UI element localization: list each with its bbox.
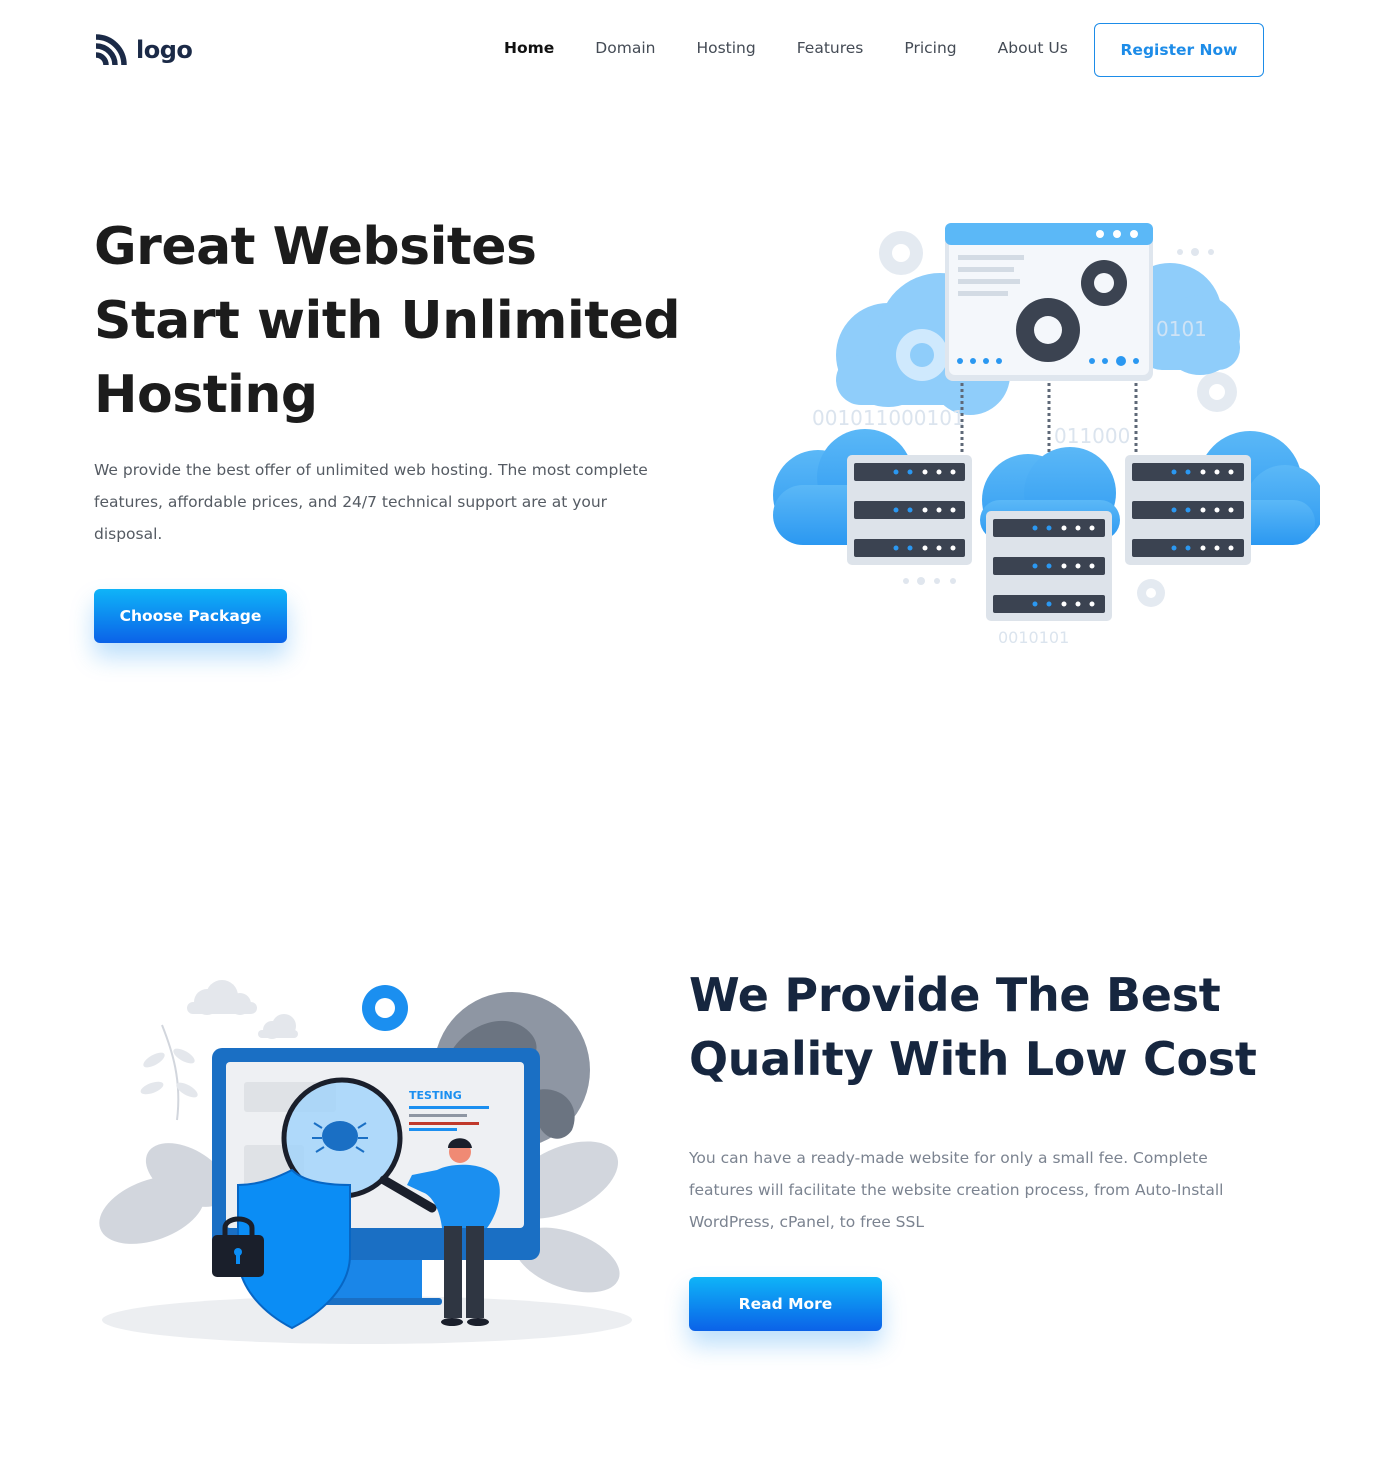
signal-arcs-icon: [95, 34, 127, 66]
register-now-button[interactable]: Register Now: [1094, 23, 1264, 77]
nav-about-us[interactable]: About Us: [998, 39, 1068, 57]
nav-pricing[interactable]: Pricing: [904, 39, 956, 57]
read-more-button[interactable]: Read More: [689, 1277, 882, 1331]
gear-icon: [879, 231, 923, 275]
gear-icon: [362, 985, 408, 1031]
site-header: logo Home Domain Hosting Features Pricin…: [0, 0, 1399, 100]
hero-description: We provide the best offer of unlimited w…: [94, 461, 648, 543]
nav-home[interactable]: Home: [504, 39, 554, 57]
logo-text: logo: [136, 36, 193, 64]
binary-text-2: 001011000101: [812, 406, 965, 430]
security-testing-illustration: TESTING: [99, 980, 632, 1344]
quality-description: You can have a ready-made website for on…: [689, 1149, 1224, 1231]
binary-text-3: 011000: [1054, 424, 1130, 448]
nav-domain[interactable]: Domain: [595, 39, 655, 57]
binary-text-4: 0010101: [998, 628, 1069, 647]
logo[interactable]: logo: [94, 33, 193, 67]
gear-icon: [1081, 260, 1127, 306]
main-nav: Home Domain Hosting Features Pricing Abo…: [504, 39, 1109, 57]
nav-features[interactable]: Features: [797, 39, 864, 57]
choose-package-button[interactable]: Choose Package: [94, 589, 287, 643]
hero-title: Great Websites Start with Unlimited Host…: [94, 217, 681, 425]
binary-text-1: 0101: [1156, 317, 1207, 341]
quality-title: We Provide The Best Quality With Low Cos…: [689, 968, 1257, 1086]
gear-icon: [1016, 298, 1080, 362]
gear-icon: [1197, 372, 1237, 412]
gear-icon: [1137, 579, 1165, 607]
testing-label: TESTING: [409, 1089, 462, 1102]
nav-hosting[interactable]: Hosting: [696, 39, 755, 57]
cloud-servers-illustration: 0101 001011000101 011000 0010101: [773, 223, 1320, 647]
